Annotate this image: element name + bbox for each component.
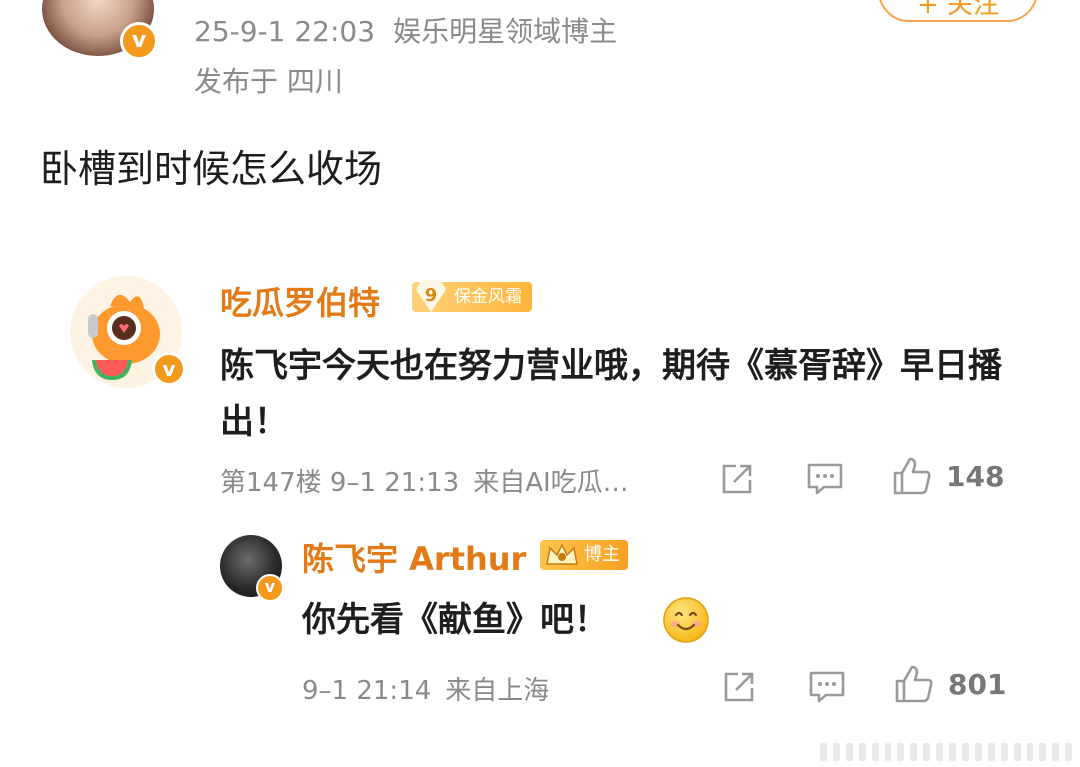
post-meta: 25-9-1 22:03 娱乐明星领域博主 xyxy=(194,10,617,50)
verified-badge: v xyxy=(152,352,186,386)
comment-floor: 第147楼 xyxy=(220,468,322,498)
verified-badge: v xyxy=(256,574,284,602)
post-timestamp: 25-9-1 22:03 xyxy=(194,15,376,48)
image-strip-watermark xyxy=(820,741,1073,763)
reply-like-count: 801 xyxy=(948,668,1007,701)
fan-rank-badge: 9 保金风霜 xyxy=(412,280,532,312)
post-text: 卧槽到时候怎么收场 xyxy=(40,147,383,191)
post-author-tag: 娱乐明星领域博主 xyxy=(393,15,618,48)
share-icon[interactable] xyxy=(720,462,754,496)
rank-level: 9 xyxy=(416,280,446,312)
follow-button[interactable]: + 关注 xyxy=(878,0,1038,22)
comment-icon[interactable] xyxy=(806,462,844,496)
comment-source: 来自AI吃瓜… xyxy=(473,468,629,498)
smile-emoji xyxy=(663,597,709,643)
post-location: 发布于 四川 xyxy=(194,65,343,98)
reply-source: 来自上海 xyxy=(445,676,550,706)
commenter-username[interactable]: 吃瓜罗伯特 xyxy=(220,278,380,324)
comment-icon[interactable] xyxy=(808,670,846,704)
reply-meta: 9–1 21:14 来自上海 xyxy=(302,670,549,707)
verified-badge: v xyxy=(120,22,158,60)
comment-meta: 第147楼 9–1 21:13 来自AI吃瓜… xyxy=(220,462,629,499)
share-icon[interactable] xyxy=(722,670,756,704)
comment-like-count: 148 xyxy=(946,460,1005,493)
crown-icon xyxy=(546,543,578,565)
blogger-badge: 博主 xyxy=(540,540,628,570)
comment-time: 9–1 21:13 xyxy=(329,468,460,498)
reply-time: 9–1 21:14 xyxy=(302,676,432,706)
replier-username[interactable]: 陈飞宇 Arthur xyxy=(302,534,526,580)
blogger-badge-label: 博主 xyxy=(584,544,620,565)
rank-title: 保金风霜 xyxy=(454,287,522,307)
reply-text: 你先看《献鱼》吧！ xyxy=(302,600,608,640)
comment-text: 陈飞宇今天也在努力营业哦，期待《慕胥辞》早日播出！ xyxy=(220,346,1002,442)
like-icon[interactable] xyxy=(894,664,934,704)
like-icon[interactable] xyxy=(892,456,932,496)
